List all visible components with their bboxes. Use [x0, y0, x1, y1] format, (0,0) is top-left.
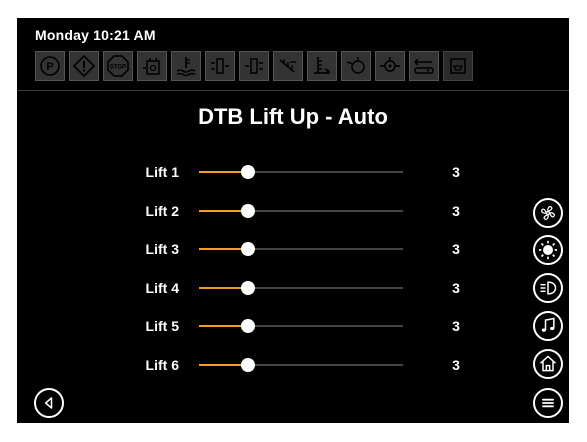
hydraulic-icon	[375, 51, 405, 81]
lift-label: Lift 3	[145, 241, 179, 257]
fuel-level-icon	[307, 51, 337, 81]
conveyor-icon	[273, 51, 303, 81]
home-icon	[540, 355, 556, 372]
slider-knob[interactable]	[240, 281, 255, 295]
lift-slider[interactable]	[199, 160, 403, 184]
lift-row: Lift 5 3	[17, 314, 569, 338]
menu-icon	[542, 398, 554, 408]
slider-knob[interactable]	[240, 242, 255, 256]
transmission-fluid-icon	[137, 51, 167, 81]
lift-value: 3	[452, 203, 460, 219]
headlight-button[interactable]	[533, 273, 563, 303]
lift-slider[interactable]	[199, 237, 403, 261]
brightness-icon	[538, 240, 558, 260]
hitch-icon	[409, 51, 439, 81]
headlight-icon	[540, 281, 557, 295]
lift-row: Lift 3 3	[17, 237, 569, 261]
lift-value: 3	[452, 280, 460, 296]
lift-label: Lift 6	[145, 357, 179, 373]
fan-icon	[541, 206, 555, 220]
lift-label: Lift 1	[145, 164, 179, 180]
lift-slider[interactable]	[199, 353, 403, 377]
lift-slider[interactable]	[199, 199, 403, 223]
brightness-button[interactable]	[533, 235, 563, 265]
parking-brake-icon: P	[35, 51, 65, 81]
clock: Monday 10:21 AM	[35, 27, 156, 43]
status-bar: Monday 10:21 AM P STOP	[17, 18, 569, 91]
engine-oil-icon	[341, 51, 371, 81]
home-button[interactable]	[533, 349, 563, 379]
filter-icon	[443, 51, 473, 81]
menu-button[interactable]	[533, 388, 563, 418]
lift-value: 3	[452, 318, 460, 334]
stop-icon: STOP	[103, 51, 133, 81]
coolant-level-icon	[171, 51, 201, 81]
lift-right-icon	[239, 51, 269, 81]
lift-value: 3	[452, 357, 460, 373]
back-icon	[44, 397, 53, 409]
lift-value: 3	[452, 164, 460, 180]
lift-slider[interactable]	[199, 314, 403, 338]
lift-row: Lift 1 3	[17, 160, 569, 184]
back-button[interactable]	[34, 388, 64, 418]
screen: Monday 10:21 AM P STOP DTB Lift Up - Aut…	[17, 18, 569, 423]
lift-label: Lift 2	[145, 203, 179, 219]
music-button[interactable]	[533, 311, 563, 341]
lift-value: 3	[452, 241, 460, 257]
indicator-strip: P STOP	[35, 51, 473, 81]
slider-knob[interactable]	[240, 204, 255, 218]
lift-left-icon	[205, 51, 235, 81]
fan-button[interactable]	[533, 198, 563, 228]
lift-row: Lift 4 3	[17, 276, 569, 300]
warning-icon	[69, 51, 99, 81]
lift-row: Lift 2 3	[17, 199, 569, 223]
slider-knob[interactable]	[240, 165, 255, 179]
lift-label: Lift 4	[145, 280, 179, 296]
lift-label: Lift 5	[145, 318, 179, 334]
lift-slider[interactable]	[199, 276, 403, 300]
slider-knob[interactable]	[240, 358, 255, 372]
svg-text:P: P	[46, 61, 53, 73]
page-title: DTB Lift Up - Auto	[198, 104, 388, 129]
lift-row: Lift 6 3	[17, 353, 569, 377]
slider-knob[interactable]	[240, 319, 255, 333]
svg-text:STOP: STOP	[110, 65, 126, 71]
music-icon	[541, 317, 555, 332]
